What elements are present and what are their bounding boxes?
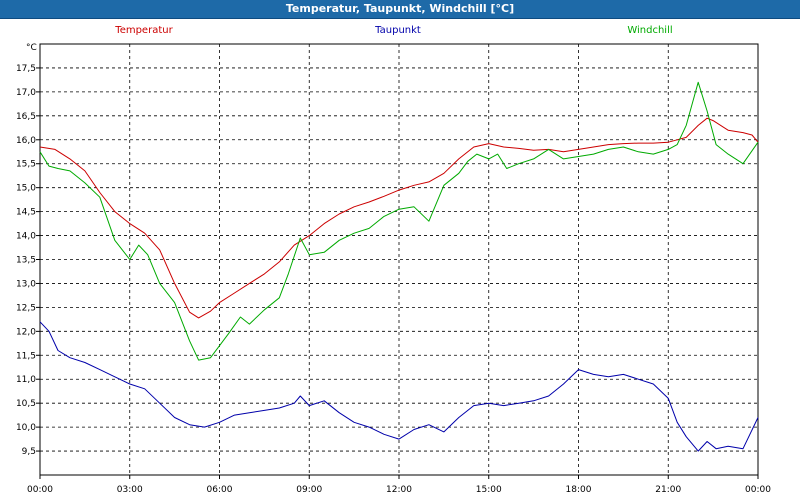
x-tick-time: 00:00 [745,485,771,495]
x-tick-time: 12:00 [386,485,412,495]
legend-item-temperatur: Temperatur [114,25,173,36]
x-tick-time: 09:00 [296,485,322,495]
y-tick-label: 17,0 [16,88,36,98]
y-tick-label: 12,5 [16,303,36,313]
y-tick-label: 9,5 [22,447,36,457]
y-tick-label: 12,0 [16,327,36,337]
x-tick-time: 21:00 [655,485,681,495]
y-axis-ticks: 9,5 10,0 10,5 11,0 11,5 12,0 12,5 13,0 13,5 14,0 1… [16,64,40,457]
x-tick-time: 00:00 [27,485,53,495]
y-tick-label: 15,0 [16,184,36,194]
title-bar: Temperatur, Taupunkt, Windchill [°C] [0,0,800,19]
legend-item-taupunkt: Taupunkt [374,25,421,36]
y-tick-label: 16,5 [16,112,36,122]
legend: Temperatur Taupunkt Windchill [114,25,672,36]
x-tick-time: 03:00 [117,485,143,495]
y-tick-label: 16,0 [16,136,36,146]
x-tick-time: 18:00 [566,485,592,495]
y-tick-label: 13,5 [16,256,36,266]
x-axis-ticks: 00:0015.07.1903:0015.07.1906:0015.07.190… [27,475,771,495]
y-tick-label: 11,5 [16,351,36,361]
x-tick-time: 06:00 [207,485,233,495]
y-tick-label: 15,5 [16,160,36,170]
y-tick-label: 13,0 [16,279,36,289]
x-tick-time: 15:00 [476,485,502,495]
y-tick-label: 11,0 [16,375,36,385]
y-tick-label: 10,0 [16,423,36,433]
y-axis-label: °C [26,43,37,53]
y-tick-label: 17,5 [16,64,36,74]
line-chart: 9,5 10,0 10,5 11,0 11,5 12,0 12,5 13,0 13,5 14,0 1… [16,25,771,495]
legend-item-windchill: Windchill [627,25,672,36]
chart-title: Temperatur, Taupunkt, Windchill [°C] [285,2,515,15]
y-tick-label: 14,0 [16,232,36,242]
y-tick-label: 14,5 [16,208,36,218]
y-tick-label: 10,5 [16,399,36,409]
